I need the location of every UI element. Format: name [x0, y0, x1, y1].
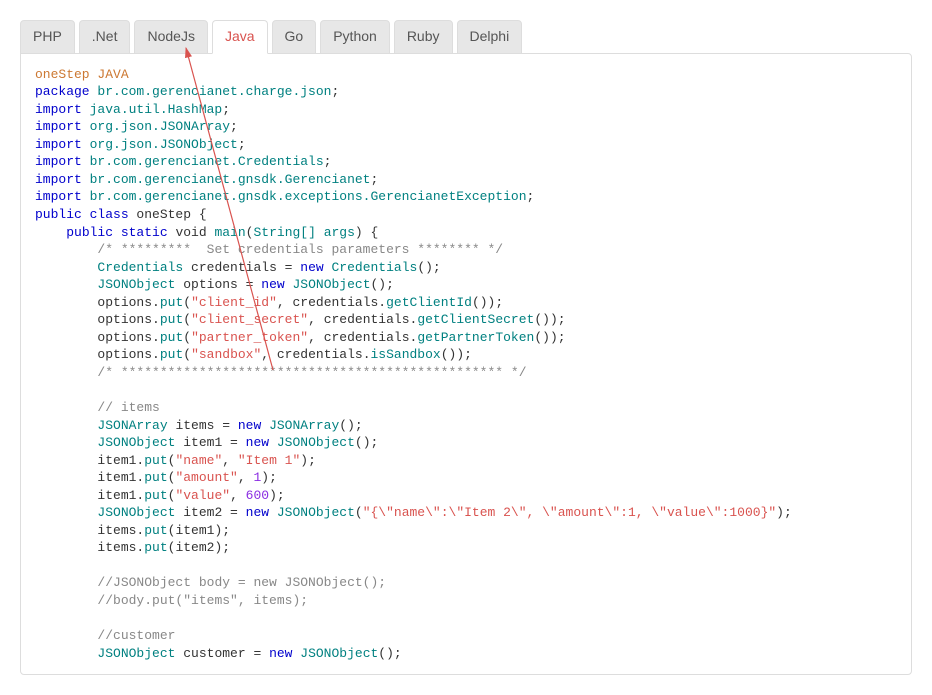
tab-nodejs[interactable]: NodeJs — [134, 20, 207, 54]
tab-net[interactable]: .Net — [79, 20, 131, 54]
tab-java[interactable]: Java — [212, 20, 268, 54]
tab-python[interactable]: Python — [320, 20, 390, 54]
tab-delphi[interactable]: Delphi — [457, 20, 523, 54]
language-tabs: PHP.NetNodeJsJavaGoPythonRubyDelphi — [20, 20, 912, 54]
code-content: oneStep JAVA package br.com.gerencianet.… — [35, 66, 897, 663]
code-block: oneStep JAVA package br.com.gerencianet.… — [20, 53, 912, 676]
tab-go[interactable]: Go — [272, 20, 317, 54]
tab-ruby[interactable]: Ruby — [394, 20, 453, 54]
tab-php[interactable]: PHP — [20, 20, 75, 54]
